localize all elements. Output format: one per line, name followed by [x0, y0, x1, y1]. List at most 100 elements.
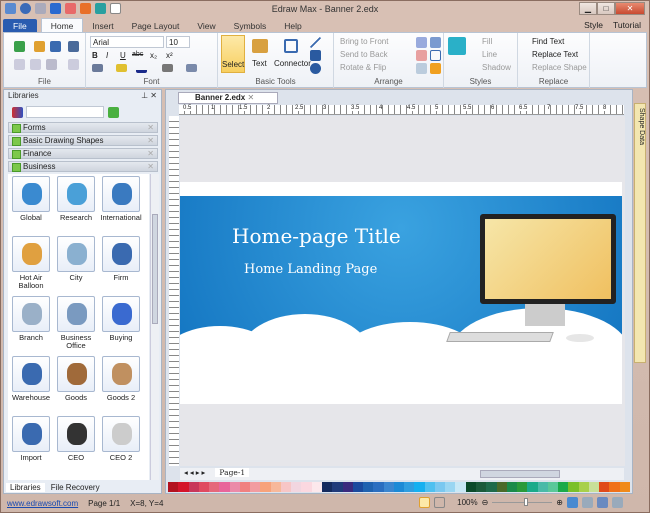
- palette-swatch[interactable]: [168, 482, 179, 492]
- bring-to-front-button[interactable]: Bring to Front: [340, 37, 388, 46]
- superscript-button[interactable]: x²: [166, 51, 173, 60]
- palette-swatch[interactable]: [486, 482, 497, 492]
- library-menu-icon[interactable]: [12, 107, 23, 118]
- quick-styles-icon[interactable]: [448, 37, 466, 55]
- text-tool-icon[interactable]: [252, 39, 268, 53]
- palette-swatch[interactable]: [260, 482, 271, 492]
- palette-swatch[interactable]: [558, 482, 569, 492]
- category-forms[interactable]: Forms ✕: [8, 122, 158, 133]
- library-shape-item[interactable]: Branch: [10, 296, 52, 342]
- palette-swatch[interactable]: [599, 482, 610, 492]
- strikethrough-button[interactable]: abc: [132, 51, 143, 58]
- palette-swatch[interactable]: [465, 482, 476, 492]
- banner-title[interactable]: Home-page Title: [232, 224, 401, 248]
- zoom-in-button[interactable]: ⊕: [556, 498, 563, 507]
- maximize-button[interactable]: □: [597, 2, 615, 15]
- palette-swatch[interactable]: [414, 482, 425, 492]
- font-size-select[interactable]: 10: [166, 36, 190, 48]
- minimize-button[interactable]: ▁: [579, 2, 597, 15]
- format-painter-icon[interactable]: [68, 59, 79, 70]
- palette-swatch[interactable]: [445, 482, 456, 492]
- palette-swatch[interactable]: [291, 482, 302, 492]
- rectangle-shape-icon[interactable]: [310, 50, 321, 61]
- library-shape-item[interactable]: Research: [55, 176, 97, 222]
- tab-help[interactable]: Help: [275, 19, 310, 33]
- palette-swatch[interactable]: [178, 482, 189, 492]
- palette-swatch[interactable]: [352, 482, 364, 492]
- tab-insert[interactable]: Insert: [83, 19, 122, 33]
- palette-swatch[interactable]: [188, 482, 199, 492]
- library-shape-item[interactable]: CEO: [55, 416, 97, 462]
- palette-swatch[interactable]: [250, 482, 261, 492]
- distribute-icon[interactable]: [416, 63, 427, 74]
- palette-swatch[interactable]: [506, 482, 518, 492]
- palette-swatch[interactable]: [517, 482, 528, 492]
- fullscreen-icon[interactable]: [612, 497, 623, 508]
- library-shape-item[interactable]: Warehouse: [10, 356, 52, 402]
- palette-swatch[interactable]: [363, 482, 374, 492]
- subscript-button[interactable]: x₂: [150, 51, 157, 60]
- library-shape-item[interactable]: CEO 2: [100, 416, 142, 462]
- library-shape-item[interactable]: City: [55, 236, 97, 282]
- category-basic-drawing-shapes[interactable]: Basic Drawing Shapes ✕: [8, 135, 158, 146]
- palette-swatch[interactable]: [537, 482, 548, 492]
- category-business[interactable]: Business ✕: [8, 161, 158, 172]
- print-icon[interactable]: [68, 41, 79, 52]
- tab-home[interactable]: Home: [40, 18, 84, 33]
- select-tool-button[interactable]: Select: [221, 35, 245, 73]
- close-button[interactable]: ✕: [615, 2, 645, 15]
- library-shape-item[interactable]: Import: [10, 416, 52, 462]
- center-icon[interactable]: [430, 50, 441, 61]
- cut-icon[interactable]: [14, 59, 25, 70]
- send-to-back-button[interactable]: Send to Back: [340, 50, 388, 59]
- line-spacing-icon[interactable]: [92, 64, 103, 72]
- fit-page-icon[interactable]: [567, 497, 578, 508]
- palette-swatch[interactable]: [609, 482, 620, 492]
- tutorial-button[interactable]: Tutorial: [613, 20, 641, 30]
- style-button[interactable]: Style: [584, 20, 603, 30]
- lock-icon[interactable]: [430, 63, 441, 74]
- paste-icon[interactable]: [46, 59, 57, 70]
- tab-symbols[interactable]: Symbols: [225, 19, 276, 33]
- tab-file-recovery[interactable]: File Recovery: [51, 483, 100, 492]
- zoom-select-icon[interactable]: [582, 497, 593, 508]
- category-finance[interactable]: Finance ✕: [8, 148, 158, 159]
- palette-swatch[interactable]: [496, 482, 507, 492]
- palette-swatch[interactable]: [578, 482, 589, 492]
- website-link[interactable]: www.edrawsoft.com: [7, 499, 78, 508]
- canvas[interactable]: Home-page Title Home Landing Page: [180, 116, 625, 466]
- palette-swatch[interactable]: [568, 482, 579, 492]
- fill-button[interactable]: Fill: [482, 37, 492, 46]
- palette-swatch[interactable]: [229, 482, 240, 492]
- grid-icon[interactable]: [597, 497, 608, 508]
- library-shape-item[interactable]: Global: [10, 176, 52, 222]
- zoom-slider[interactable]: [492, 498, 553, 506]
- rotate-flip-button[interactable]: Rotate & Flip: [340, 63, 386, 72]
- palette-swatch[interactable]: [527, 482, 538, 492]
- italic-button[interactable]: I: [106, 51, 108, 60]
- palette-swatch[interactable]: [373, 482, 384, 492]
- fit-view-icon[interactable]: [434, 497, 446, 508]
- palette-swatch[interactable]: [455, 482, 466, 492]
- connector-tool-button[interactable]: Connector: [274, 59, 311, 68]
- tab-libraries[interactable]: Libraries: [6, 483, 45, 492]
- library-scrollbar[interactable]: [150, 174, 159, 480]
- library-search-input[interactable]: [26, 106, 104, 118]
- palette-swatch[interactable]: [219, 482, 230, 492]
- palette-swatch[interactable]: [342, 482, 353, 492]
- find-text-button[interactable]: Find Text: [532, 37, 564, 46]
- text-tool-button[interactable]: Text: [252, 59, 267, 68]
- library-shape-item[interactable]: Hot Air Balloon: [10, 236, 52, 290]
- zoom-out-button[interactable]: ⊖: [482, 498, 489, 507]
- palette-swatch[interactable]: [198, 482, 210, 492]
- library-shape-item[interactable]: Business Office: [55, 296, 97, 350]
- palette-swatch[interactable]: [424, 482, 435, 492]
- palette-swatch[interactable]: [209, 482, 220, 492]
- palette-swatch[interactable]: [311, 482, 322, 492]
- font-name-select[interactable]: Arial: [90, 36, 164, 48]
- tab-page-layout[interactable]: Page Layout: [123, 19, 189, 33]
- new-icon[interactable]: [14, 41, 25, 52]
- save-icon[interactable]: [50, 41, 61, 52]
- underline-button[interactable]: U: [120, 51, 126, 60]
- library-shape-item[interactable]: Buying: [100, 296, 142, 342]
